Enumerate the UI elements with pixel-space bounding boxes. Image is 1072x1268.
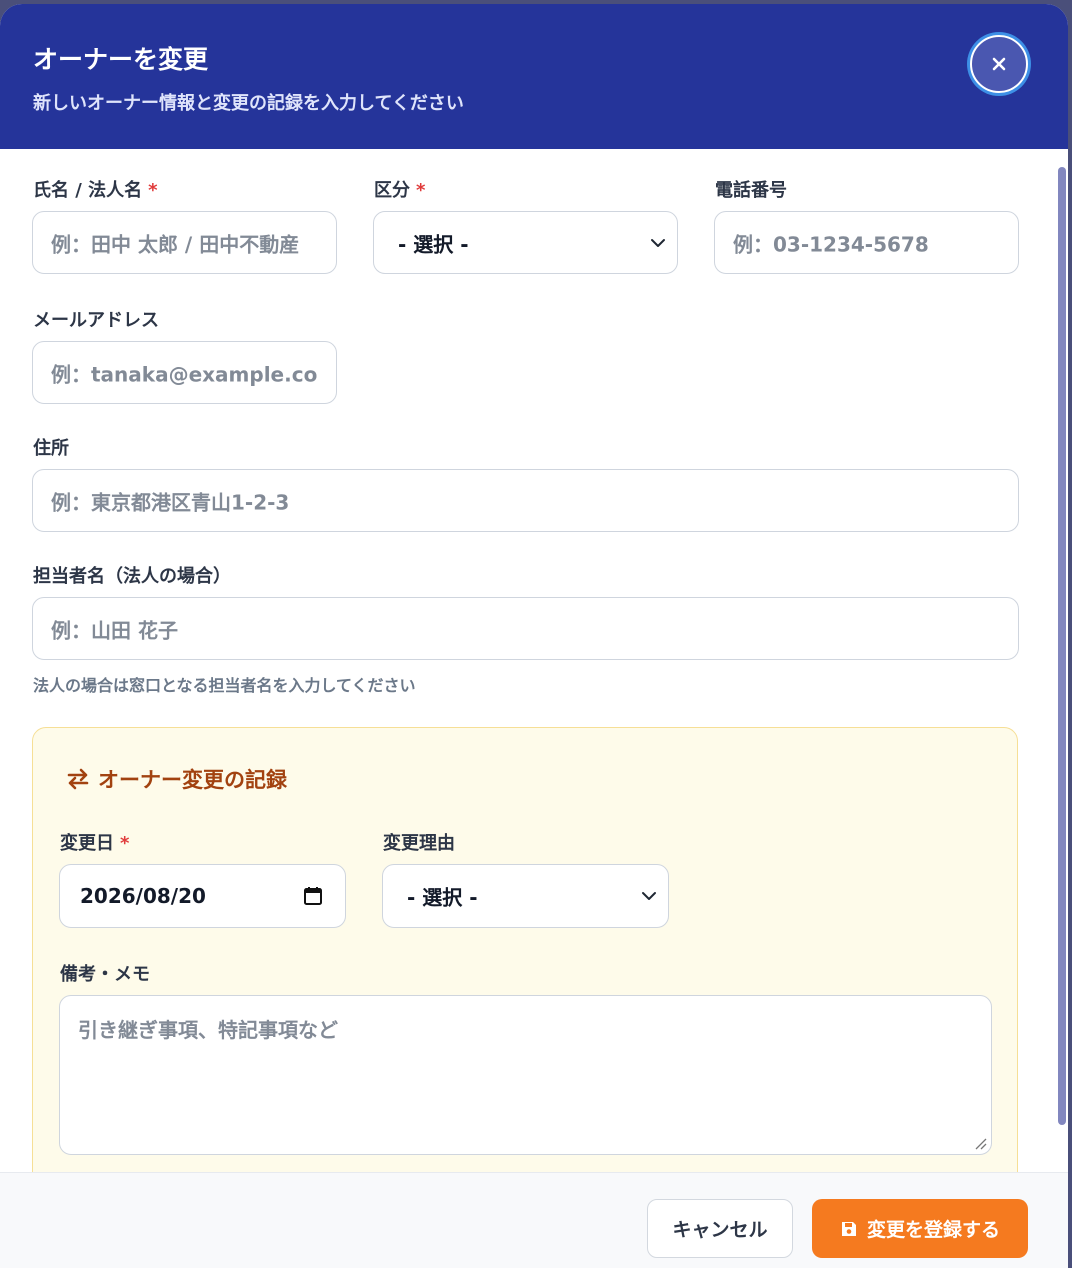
modal-header: オーナーを変更 新しいオーナー情報と変更の記録を入力してください (0, 4, 1068, 149)
address-placeholder: 例：東京都港区青山1-2-3 (51, 490, 290, 514)
phone-placeholder: 例：03-1234-5678 (733, 232, 929, 256)
phone-input[interactable]: 例：03-1234-5678 (714, 211, 1019, 274)
submit-change-button[interactable]: 変更を登録する (812, 1199, 1028, 1258)
change-owner-modal: オーナーを変更 新しいオーナー情報と変更の記録を入力してください 氏名 / 法人… (0, 4, 1068, 1268)
chevron-down-icon (651, 238, 665, 247)
change-date-label: 変更日 * (60, 833, 130, 854)
change-date-value: 2026/08/20 (80, 884, 206, 908)
memo-placeholder: 引き継ぎ事項、特記事項など (78, 1018, 338, 1042)
close-icon (992, 57, 1006, 71)
change-record-title: オーナー変更の記録 (66, 764, 287, 794)
address-label: 住所 (33, 438, 69, 459)
name-label: 氏名 / 法人名 * (33, 180, 158, 201)
name-placeholder: 例：田中 太郎 / 田中不動産 (51, 232, 300, 256)
chevron-down-icon (642, 892, 656, 900)
phone-label: 電話番号 (715, 180, 787, 201)
swap-arrows-icon (67, 768, 89, 790)
contact-hint: 法人の場合は窓口となる担当者名を入力してください (33, 676, 416, 695)
contact-label: 担当者名（法人の場合） (33, 566, 231, 587)
resize-handle-icon[interactable] (973, 1136, 987, 1150)
cancel-button[interactable]: キャンセル (647, 1199, 793, 1258)
reason-value: - 選択 - (407, 885, 478, 910)
modal-title: オーナーを変更 (33, 45, 209, 74)
email-placeholder: 例：tanaka@example.co (51, 362, 318, 386)
name-input[interactable]: 例：田中 太郎 / 田中不動産 (32, 211, 337, 274)
memo-label: 備考・メモ (60, 964, 150, 985)
memo-textarea[interactable]: 引き継ぎ事項、特記事項など (59, 995, 992, 1155)
reason-label: 変更理由 (383, 833, 455, 854)
category-value: - 選択 - (398, 232, 469, 256)
scrollbar[interactable] (1058, 167, 1066, 1125)
change-date-input[interactable]: 2026/08/20 (59, 864, 346, 928)
email-input[interactable]: 例：tanaka@example.co (32, 341, 337, 404)
close-button[interactable] (970, 35, 1028, 93)
address-input[interactable]: 例：東京都港区青山1-2-3 (32, 469, 1019, 532)
category-label: 区分 * (374, 180, 426, 201)
calendar-icon[interactable] (303, 886, 323, 906)
reason-select[interactable]: - 選択 - (382, 864, 669, 928)
save-icon (841, 1221, 856, 1236)
category-select[interactable]: - 選択 - (373, 211, 678, 274)
modal-subtitle: 新しいオーナー情報と変更の記録を入力してください (33, 93, 464, 114)
contact-placeholder: 例：山田 花子 (51, 618, 178, 642)
contact-input[interactable]: 例：山田 花子 (32, 597, 1019, 660)
email-label: メールアドレス (33, 310, 159, 331)
